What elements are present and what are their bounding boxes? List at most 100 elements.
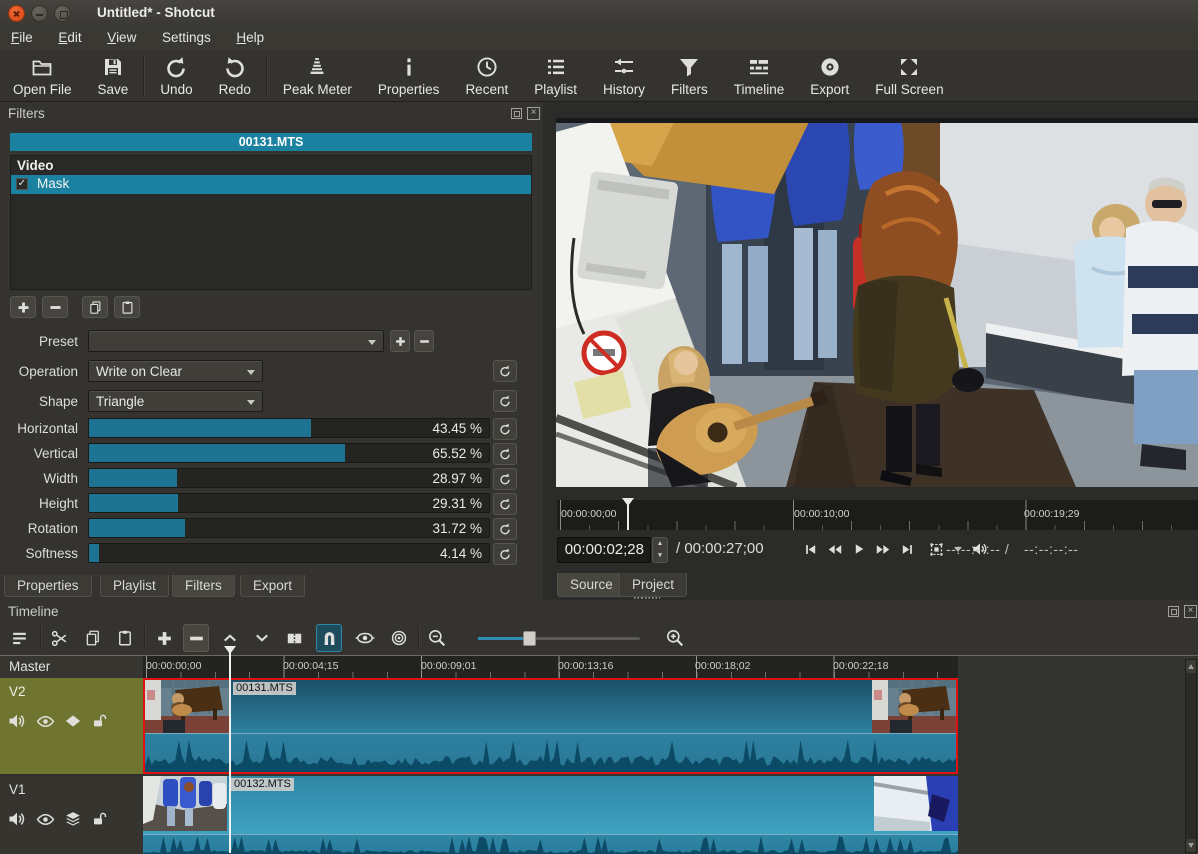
rotation-slider[interactable]: 31.72 % [88,518,490,538]
snap-toggle[interactable] [316,624,342,652]
save-preset-button[interactable] [390,330,410,352]
composite-icon[interactable] [64,810,82,828]
shape-reset-button[interactable] [493,390,517,412]
scroll-down-icon[interactable] [1186,839,1196,852]
full-screen-button[interactable]: Full Screen [862,55,956,97]
vertical-slider[interactable]: 65.52 % [88,443,490,463]
timeline-zoom-handle[interactable] [523,631,536,646]
filters-panel-float-icon[interactable] [511,108,522,119]
window-maximize-button[interactable] [54,5,71,22]
hide-icon[interactable] [36,810,55,829]
tab-filters[interactable]: Filters [172,575,235,597]
clip-00132[interactable]: 00132.MTS [143,776,958,854]
width-slider[interactable]: 28.97 % [88,468,490,488]
timeline-panel-close-icon[interactable]: × [1184,605,1197,618]
undo-button[interactable]: Undo [147,55,205,97]
current-position-field[interactable]: 00:00:02;28 [557,537,651,563]
skip-to-start-button[interactable] [803,542,818,557]
history-button[interactable]: History [590,55,658,97]
timeline-playhead[interactable] [229,651,231,853]
ripple-all-tracks-toggle[interactable] [386,624,412,652]
timeline-button[interactable]: Timeline [721,55,798,97]
export-button[interactable]: Export [797,55,862,97]
window-minimize-button[interactable] [31,5,48,22]
video-preview[interactable] [556,118,1198,487]
filter-row-mask[interactable]: Mask [11,175,531,194]
remove-filter-button[interactable] [42,296,68,318]
menu-settings[interactable]: Settings [151,28,222,45]
player-zoom-menu-icon[interactable] [928,541,945,558]
tab-source[interactable]: Source [557,573,626,597]
rewind-button[interactable] [827,542,843,557]
lock-icon[interactable] [91,811,107,827]
height-slider[interactable]: 29.31 % [88,493,490,513]
tab-playlist[interactable]: Playlist [100,575,169,597]
spin-up-icon[interactable]: ▲ [653,538,667,550]
menu-view[interactable]: View [96,28,147,45]
vertical-reset-button[interactable] [493,443,517,465]
timeline-panel-float-icon[interactable] [1168,606,1179,617]
player-scrubber[interactable]: 00:00:00;00 00:00:10;00 00:00:19;29 [557,500,1198,530]
paste-filters-button[interactable] [114,296,140,318]
softness-slider[interactable]: 4.14 % [88,543,490,563]
rotation-reset-button[interactable] [493,518,517,540]
dock-resize-handle[interactable] [634,597,660,599]
horizontal-reset-button[interactable] [493,418,517,440]
window-close-button[interactable] [8,5,25,22]
cut-button[interactable] [46,624,72,652]
open-file-button[interactable]: Open File [0,55,85,97]
tab-project[interactable]: Project [619,573,688,597]
delete-preset-button[interactable] [414,330,434,352]
peak-meter-button[interactable]: Peak Meter [270,55,365,97]
redo-button[interactable]: Redo [206,55,264,97]
filters-button[interactable]: Filters [658,55,721,97]
player-playhead-grip[interactable] [622,498,634,506]
copy-filters-button[interactable] [82,296,108,318]
hide-icon[interactable] [36,712,55,731]
zoom-out-button[interactable] [424,624,450,652]
width-reset-button[interactable] [493,468,517,490]
properties-button[interactable]: Properties [365,55,453,97]
tab-properties[interactable]: Properties [4,575,92,597]
menu-help[interactable]: Help [225,28,275,45]
horizontal-slider[interactable]: 43.45 % [88,418,490,438]
timeline-ruler[interactable]: 00:00:00;00 00:00:04;15 00:00:09;01 00:0… [143,656,958,678]
split-button[interactable] [281,624,307,652]
save-button[interactable]: Save [85,55,142,97]
timeline-vertical-scrollbar[interactable] [1185,659,1197,853]
shape-dropdown[interactable]: Triangle [88,390,263,412]
play-button[interactable] [852,542,866,556]
menu-edit[interactable]: Edit [47,28,92,45]
height-reset-button[interactable] [493,493,517,515]
fast-forward-button[interactable] [875,542,891,557]
track-header-master[interactable]: Master [0,656,143,678]
zoom-in-button[interactable] [662,624,688,652]
skip-to-end-button[interactable] [900,542,915,557]
filters-panel-close-icon[interactable]: × [527,107,540,120]
mute-icon[interactable] [7,711,27,731]
recent-button[interactable]: Recent [452,55,521,97]
track-header-v1[interactable]: V1 [0,776,143,853]
tab-export[interactable]: Export [240,575,306,597]
operation-reset-button[interactable] [493,360,517,382]
spin-down-icon[interactable]: ▼ [653,550,667,562]
scroll-up-icon[interactable] [1186,660,1196,673]
paste-button[interactable] [112,624,138,652]
mask-filter-checkbox[interactable] [16,178,28,190]
mute-icon[interactable] [7,809,27,829]
operation-dropdown[interactable]: Write on Clear [88,360,263,382]
playlist-button[interactable]: Playlist [521,55,590,97]
preset-dropdown[interactable] [88,330,384,352]
menu-file[interactable]: File [0,28,44,45]
lock-icon[interactable] [91,713,107,729]
composite-icon[interactable] [64,712,82,730]
clip-00131[interactable]: 00131.MTS [143,678,958,774]
append-button[interactable] [151,624,177,652]
add-filter-button[interactable] [10,296,36,318]
softness-reset-button[interactable] [493,543,517,565]
track-header-v2[interactable]: V2 [0,678,143,774]
overwrite-button[interactable] [249,624,275,652]
timeline-menu-button[interactable] [6,624,32,652]
ripple-delete-button[interactable] [183,624,209,652]
scrub-while-dragging-toggle[interactable] [352,624,378,652]
